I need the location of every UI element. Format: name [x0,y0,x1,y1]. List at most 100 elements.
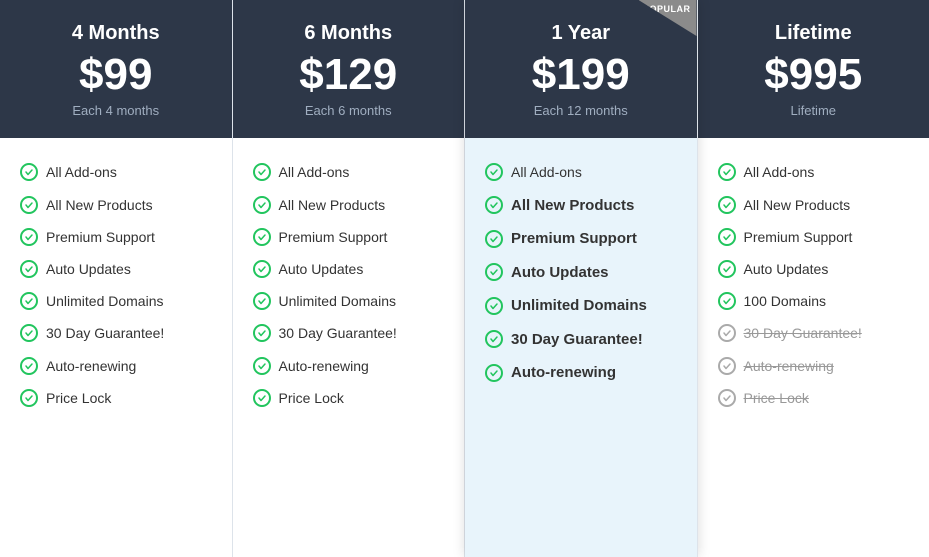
feature-item-auto-renewing: Auto-renewing [20,350,212,382]
check-icon-premium-support [485,230,503,248]
feature-item-unlimited-domains: Unlimited Domains [253,285,445,317]
check-icon-unlimited-domains [20,292,38,310]
feature-label-auto-updates: Auto Updates [46,260,131,278]
check-circle [485,330,503,348]
plan-col-6months: 6 Months$129Each 6 months All Add-ons Al… [233,0,466,557]
check-circle [718,324,736,342]
check-circle [485,263,503,281]
check-circle [20,292,38,310]
feature-label-new-products: All New Products [46,196,153,214]
check-circle [20,260,38,278]
check-icon-new-products [253,196,271,214]
check-circle [253,324,271,342]
plan-price-4months: $99 [20,51,212,99]
feature-item-addons: All Add-ons [485,156,677,188]
check-icon-premium-support [718,228,736,246]
check-circle [20,357,38,375]
feature-label-guarantee: 30 Day Guarantee! [46,324,164,342]
check-circle [718,260,736,278]
feature-item-auto-updates: Auto Updates [253,253,445,285]
feature-item-guarantee: 30 Day Guarantee! [718,317,910,349]
check-icon-unlimited-domains [485,297,503,315]
check-circle [718,357,736,375]
feature-item-addons: All Add-ons [253,156,445,188]
check-icon-new-products [718,196,736,214]
plan-header-6months: 6 Months$129Each 6 months [233,0,465,138]
plan-title-1year: 1 Year [485,22,677,45]
feature-label-auto-renewing: Auto-renewing [279,357,369,375]
feature-label-auto-updates: Auto Updates [279,260,364,278]
plan-features-lifetime: All Add-ons All New Products Premium Sup… [698,138,929,557]
check-icon-addons [718,163,736,181]
check-icon-guarantee [718,324,736,342]
feature-label-premium-support: Premium Support [511,229,637,249]
feature-label-addons: All Add-ons [511,163,582,181]
check-circle [253,389,271,407]
plan-col-1year: POPULAR 1 Year $199 Each 12 months All Add-… [465,0,698,557]
feature-label-guarantee: 30 Day Guarantee! [279,324,397,342]
feature-item-100-domains: 100 Domains [718,285,910,317]
feature-label-unlimited-domains: Unlimited Domains [46,292,163,310]
plan-period-1year: Each 12 months [485,103,677,118]
check-circle [485,297,503,315]
check-circle [20,163,38,181]
feature-item-price-lock: Price Lock [20,382,212,414]
plan-features-1year: All Add-ons All New Products Premium Sup… [465,138,697,557]
check-circle [253,357,271,375]
plan-header-4months: 4 Months$99Each 4 months [0,0,232,138]
feature-label-unlimited-domains: Unlimited Domains [279,292,396,310]
check-circle [485,196,503,214]
check-icon-price-lock [718,389,736,407]
feature-label-guarantee: 30 Day Guarantee! [511,330,643,350]
check-icon-unlimited-domains [253,292,271,310]
check-circle [253,228,271,246]
check-circle [20,389,38,407]
check-icon-addons [20,163,38,181]
feature-item-premium-support: Premium Support [253,221,445,253]
feature-label-auto-renewing: Auto-renewing [511,363,616,383]
check-circle [718,163,736,181]
feature-label-addons: All Add-ons [744,163,815,181]
feature-label-addons: All Add-ons [46,163,117,181]
check-icon-addons [253,163,271,181]
feature-label-premium-support: Premium Support [46,228,155,246]
feature-item-new-products: All New Products [20,189,212,221]
plan-price-lifetime: $995 [718,51,910,99]
check-icon-auto-updates [485,263,503,281]
check-icon-auto-renewing [20,357,38,375]
feature-label-100-domains: 100 Domains [744,292,827,310]
check-circle [485,230,503,248]
feature-item-auto-renewing: Auto-renewing [485,356,677,390]
check-icon-auto-renewing [253,357,271,375]
check-icon-auto-renewing [485,364,503,382]
plan-title-4months: 4 Months [20,22,212,45]
feature-label-premium-support: Premium Support [744,228,853,246]
plan-title-lifetime: Lifetime [718,22,910,45]
check-circle [485,163,503,181]
badge-text: POPULAR [643,4,691,14]
check-icon-price-lock [20,389,38,407]
feature-label-auto-renewing: Auto-renewing [744,357,834,375]
check-icon-auto-updates [20,260,38,278]
check-circle [253,292,271,310]
feature-label-new-products: All New Products [279,196,386,214]
plan-price-1year: $199 [485,51,677,99]
feature-label-auto-updates: Auto Updates [744,260,829,278]
check-icon-price-lock [253,389,271,407]
feature-item-new-products: All New Products [718,189,910,221]
plan-features-4months: All Add-ons All New Products Premium Sup… [0,138,232,557]
check-icon-new-products [485,196,503,214]
feature-item-auto-updates: Auto Updates [485,256,677,290]
feature-label-new-products: All New Products [744,196,851,214]
feature-label-addons: All Add-ons [279,163,350,181]
feature-label-price-lock: Price Lock [279,389,344,407]
feature-item-guarantee: 30 Day Guarantee! [20,317,212,349]
feature-label-auto-renewing: Auto-renewing [46,357,136,375]
check-icon-auto-renewing [718,357,736,375]
check-circle [718,196,736,214]
check-icon-guarantee [20,324,38,342]
feature-item-price-lock: Price Lock [253,382,445,414]
plan-title-6months: 6 Months [253,22,445,45]
feature-item-premium-support: Premium Support [485,222,677,256]
feature-label-price-lock: Price Lock [46,389,111,407]
